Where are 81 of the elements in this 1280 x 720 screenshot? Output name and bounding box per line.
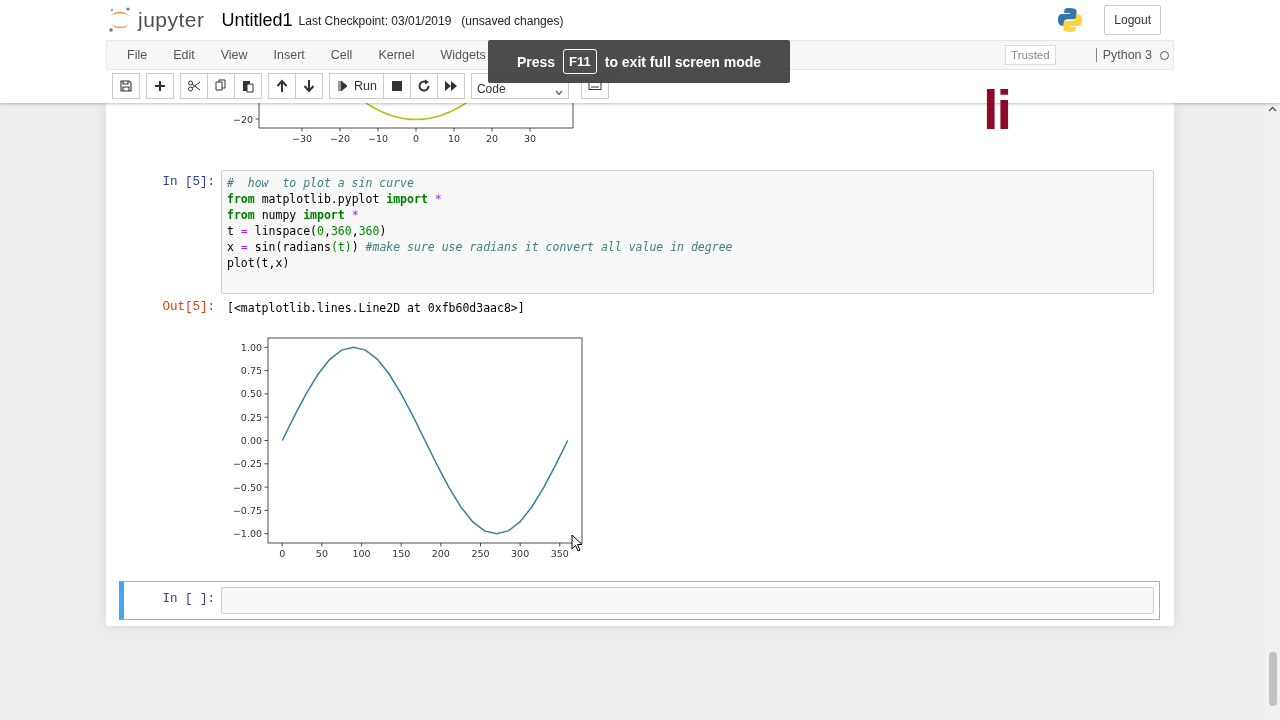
scroll-up-icon[interactable] (1268, 106, 1277, 112)
move-down-button[interactable] (296, 73, 323, 99)
tick-label: −20 (329, 133, 350, 144)
code-line: t = linspace(0,360,360) (227, 223, 388, 239)
chevron-down-icon (554, 90, 563, 96)
tick-label: 1.00 (240, 341, 262, 353)
code-editor[interactable]: # how to plot a sin curve from matplotlib.pyplot import * from numpy import * t = linspace(0,360,360) x = sin(radians(t)) #make sure use radians it convert all value in degree plot(t,x) (221, 170, 1154, 294)
python-logo-icon (1057, 7, 1084, 33)
tick-label: 250 (471, 548, 490, 559)
arrow-down-icon (302, 79, 316, 93)
paste-button[interactable] (235, 73, 262, 99)
menu-item[interactable]: Edit (159, 48, 207, 62)
mouse-pointer-icon (571, 534, 583, 552)
notice-text: to exit full screen mode (604, 53, 762, 70)
tick-label: 100 (352, 548, 371, 559)
tick-label: −20 (232, 113, 253, 125)
kernel-name[interactable]: Python 3 (1102, 48, 1152, 62)
menu-item[interactable]: Cell (316, 48, 365, 62)
code-line: from matplotlib.pyplot import * (227, 191, 443, 207)
move-up-button[interactable] (268, 73, 296, 99)
step-icon (336, 79, 350, 93)
trusted-indicator[interactable]: Trusted (1005, 45, 1056, 65)
notice-text: Press (516, 53, 556, 70)
tick-label: 20 (486, 133, 499, 144)
restart-icon (416, 79, 431, 93)
tick-label: 0.25 (240, 411, 262, 423)
code-cell[interactable]: In [ ]: (119, 581, 1160, 620)
input-prompt: In [5]: (161, 174, 216, 191)
input-prompt: In [ ]: (161, 591, 216, 608)
tick-label: 0 (413, 133, 419, 144)
stop-icon (389, 79, 404, 93)
run-button[interactable]: Run (329, 73, 384, 99)
tick-label: −0.50 (232, 481, 262, 493)
plus-icon (153, 79, 167, 93)
output-prompt: Out[5]: (161, 300, 216, 316)
tick-label: 30 (524, 133, 537, 144)
logo-icon (108, 6, 132, 34)
add-cell-button[interactable] (146, 73, 174, 99)
logo-text: jupyter (138, 8, 205, 32)
clipboard-icon (241, 79, 255, 93)
code-line: plot(t,x) (227, 255, 291, 271)
tick-label: 0.00 (240, 435, 262, 446)
code-line: # how to plot a sin curve (227, 175, 415, 191)
tick-label: −10 (367, 133, 388, 144)
restart-button[interactable] (410, 73, 438, 99)
overlay-text: li (983, 82, 1011, 138)
arrow-up-icon (275, 79, 289, 93)
menu-item[interactable]: View (206, 48, 260, 62)
tick-label: 50 (315, 548, 328, 559)
tick-label: 0.50 (240, 388, 262, 400)
checkpoint-text: Last Checkpoint: 03/01/2019 (298, 14, 452, 28)
save-button[interactable] (112, 73, 140, 99)
key-label: F11 (563, 49, 597, 74)
autosave-status: (unsaved changes) (461, 14, 564, 28)
tick-label: 10 (447, 133, 461, 144)
tick-label: 150 (392, 548, 411, 559)
scrollbar-thumb[interactable] (1269, 652, 1277, 706)
menu-item[interactable]: Insert (259, 48, 317, 62)
code-line: x = sin(radians(t)) #make sure use radians it convert all value in degree (227, 239, 734, 255)
tick-label: 350 (550, 548, 569, 559)
save-icon (119, 79, 133, 93)
tick-label: 200 (431, 548, 450, 559)
tick-label: 0 (279, 548, 286, 559)
tick-label: 0.75 (240, 365, 262, 377)
tick-label: 300 (511, 548, 530, 559)
stop-button[interactable] (383, 73, 411, 99)
tick-label: −0.25 (232, 458, 262, 470)
tick-label: −1.00 (232, 528, 262, 540)
logout-button[interactable]: Logout (1104, 5, 1161, 35)
output-text: [<matplotlib.lines.Line2D at 0xfb60d3aac8>] (226, 300, 526, 316)
scissors-icon (187, 79, 201, 93)
fast-forward-icon (443, 79, 458, 93)
cut-button[interactable] (180, 73, 208, 99)
menu-item[interactable]: File (107, 48, 160, 62)
tick-label: −0.75 (232, 504, 262, 516)
notebook-title[interactable]: Untitled1 (221, 9, 293, 31)
copy-icon (214, 79, 228, 93)
menu-item[interactable]: Kernel (364, 48, 427, 62)
code-line: from numpy import * (227, 207, 360, 223)
fast-forward-button[interactable] (437, 73, 465, 99)
tick-label: −30 (291, 133, 312, 144)
